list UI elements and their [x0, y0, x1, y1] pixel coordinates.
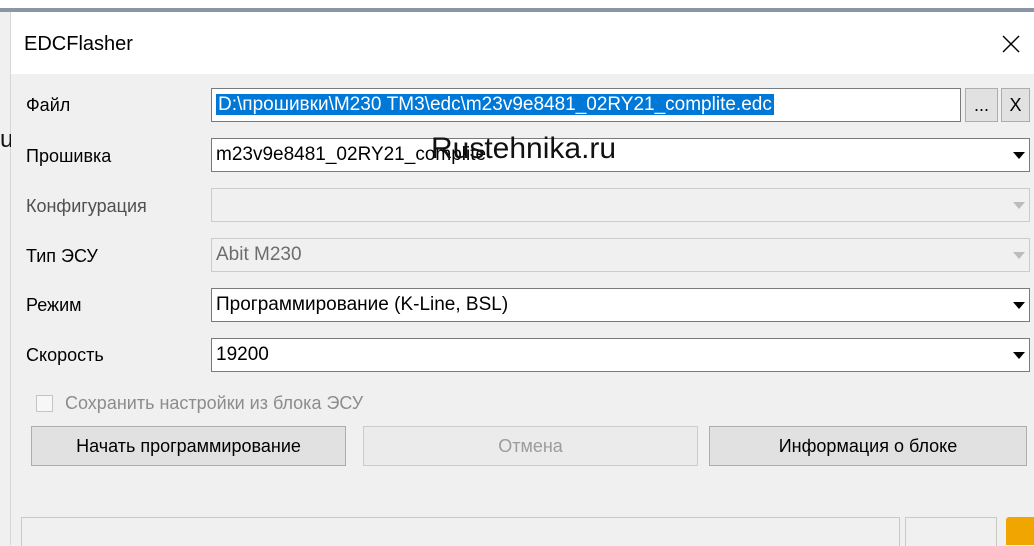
file-label: Файл: [26, 95, 71, 115]
ecu-type-select[interactable]: Abit M230: [211, 238, 1030, 272]
file-path-input[interactable]: D:\прошивки\M230 ТМ3\edc\m23v9e8481_02RY…: [211, 88, 961, 122]
mode-label: Режим: [26, 295, 82, 315]
save-settings-label: Сохранить настройки из блока ЭСУ: [65, 393, 364, 413]
file-path-selected-text: D:\прошивки\M230 ТМ3\edc\m23v9e8481_02RY…: [216, 94, 774, 115]
status-bar: [21, 517, 900, 546]
clear-file-button[interactable]: X: [1001, 88, 1030, 122]
window-title: EDCFlasher: [24, 33, 133, 55]
save-settings-checkbox-row[interactable]: Сохранить настройки из блока ЭСУ: [36, 393, 363, 414]
watermark-text: Rustehnika.ru: [431, 132, 617, 165]
speed-select[interactable]: 19200: [211, 338, 1030, 372]
firmware-select[interactable]: m23v9e8481_02RY21_complite: [211, 138, 1030, 172]
accent-indicator: [1006, 517, 1034, 545]
background-top-strip: [0, 0, 1034, 8]
browse-file-button[interactable]: ...: [965, 88, 998, 122]
close-icon: [1002, 35, 1020, 53]
speed-label: Скорость: [26, 345, 104, 365]
chevron-down-icon[interactable]: [1008, 339, 1029, 371]
save-settings-checkbox[interactable]: [36, 395, 53, 412]
status-bar-panel: [905, 517, 997, 546]
start-programming-button[interactable]: Начать программирование: [31, 426, 346, 466]
configuration-select[interactable]: [211, 188, 1030, 222]
speed-value: 19200: [216, 344, 269, 365]
title-bar: EDCFlasher: [11, 12, 1034, 74]
ecu-type-label: Тип ЭСУ: [26, 246, 98, 266]
ecu-type-value: Abit M230: [216, 244, 302, 265]
chevron-down-icon[interactable]: [1008, 289, 1029, 321]
block-info-button[interactable]: Информация о блоке: [709, 426, 1027, 466]
mode-select[interactable]: Программирование (K-Line, BSL): [211, 288, 1030, 322]
mode-value: Программирование (K-Line, BSL): [216, 294, 509, 315]
chevron-down-icon[interactable]: [1008, 239, 1029, 271]
chevron-down-icon[interactable]: [1008, 139, 1029, 171]
chevron-down-icon[interactable]: [1008, 189, 1029, 221]
edcflasher-window: EDCFlasher Rustehnika.ru Файл D:\прошивк…: [11, 12, 1034, 546]
cancel-button[interactable]: Отмена: [363, 426, 698, 466]
configuration-label: Конфигурация: [26, 196, 147, 216]
firmware-label: Прошивка: [26, 146, 112, 166]
background-window-edge: [0, 12, 11, 545]
close-button[interactable]: [988, 22, 1034, 66]
